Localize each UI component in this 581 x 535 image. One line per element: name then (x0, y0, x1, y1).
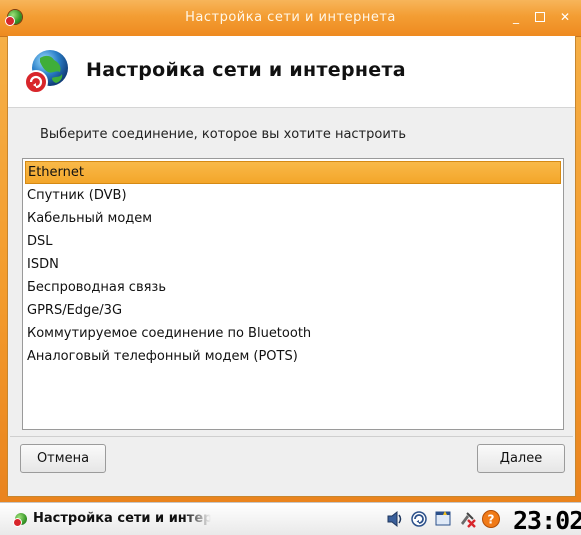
button-divider (10, 436, 573, 437)
instruction-label: Выберите соединение, которое вы хотите н… (40, 127, 407, 142)
list-item-gprs-edge-3g[interactable]: GPRS/Edge/3G (23, 299, 563, 322)
minimize-button[interactable]: _ (508, 9, 524, 25)
dialog-header: Настройка сети и интернета (8, 36, 575, 108)
task-app-icon[interactable] (13, 513, 27, 527)
volume-icon[interactable] (385, 509, 405, 529)
cancel-button[interactable]: Отмена (20, 444, 106, 473)
maximize-button[interactable] (532, 9, 548, 25)
svg-text:?: ? (488, 513, 495, 527)
list-item-ethernet[interactable]: Ethernet (25, 161, 561, 184)
network-setup-window: Настройка сети и интернета _ ✕ Настройка… (0, 0, 581, 502)
list-item-analog-modem-pots[interactable]: Аналоговый телефонный модем (POTS) (23, 345, 563, 368)
list-item-bluetooth-dialup[interactable]: Коммутируемое соединение по Bluetooth (23, 322, 563, 345)
taskbar-window-button[interactable]: Настройка сети и интернета (33, 511, 211, 526)
connection-type-list[interactable]: Ethernet Спутник (DVB) Кабельный модем D… (22, 158, 564, 430)
titlebar[interactable]: Настройка сети и интернета _ ✕ (0, 0, 581, 37)
window-title: Настройка сети и интернета (185, 10, 396, 25)
disconnect-icon[interactable] (457, 509, 477, 529)
list-item-dsl[interactable]: DSL (23, 230, 563, 253)
list-item-wireless[interactable]: Беспроводная связь (23, 276, 563, 299)
close-button[interactable]: ✕ (557, 9, 573, 25)
list-item-satellite-dvb[interactable]: Спутник (DVB) (23, 184, 563, 207)
updates-icon[interactable] (433, 509, 453, 529)
list-item-isdn[interactable]: ISDN (23, 253, 563, 276)
taskbar: Настройка сети и интернета ? 23:02 (0, 502, 581, 535)
help-icon[interactable]: ? (481, 509, 501, 529)
page-title: Настройка сети и интернета (86, 59, 406, 81)
list-item-cable-modem[interactable]: Кабельный модем (23, 207, 563, 230)
clock[interactable]: 23:02 (513, 506, 581, 535)
maximize-icon (535, 12, 545, 22)
network-globe-icon (24, 50, 68, 94)
network-icon[interactable] (409, 509, 429, 529)
next-button[interactable]: Далее (477, 444, 565, 473)
dialog-body: Настройка сети и интернета Выберите соед… (7, 36, 576, 497)
